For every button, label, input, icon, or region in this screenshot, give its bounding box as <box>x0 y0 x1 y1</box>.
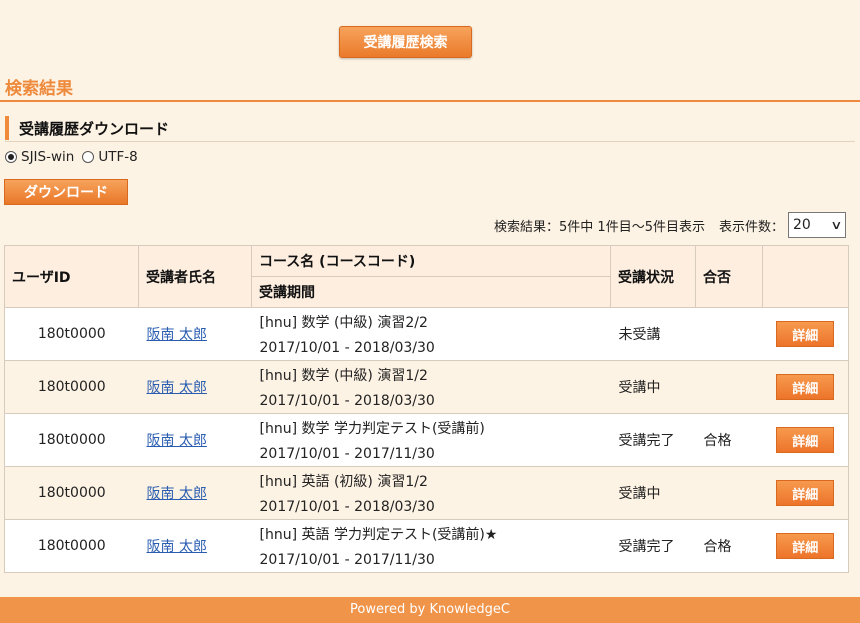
result-count: 検索結果：5件中 1件目〜5件目表示 <box>494 219 705 235</box>
paging-info: 検索結果：5件中 1件目〜5件目表示 表示件数： 20 ∨ <box>494 212 846 238</box>
results-title: 検索結果 <box>5 79 73 99</box>
cell-course: [hnu] 数学 学力判定テスト(受講前) 2017/10/01 - 2017/… <box>251 413 611 467</box>
cell-action: 詳細 <box>762 519 849 573</box>
download-section-header: 受講履歴ダウンロード <box>5 114 855 142</box>
cell-result: 合格 <box>695 519 763 573</box>
cell-name: 阪南 太郎 <box>138 413 252 467</box>
table-row: 180t0000 阪南 太郎 [hnu] 英語 学力判定テスト(受講前)★ 20… <box>4 519 849 573</box>
course-period: 2017/10/01 - 2018/03/30 <box>259 393 435 409</box>
user-name-link[interactable]: 阪南 太郎 <box>147 380 207 396</box>
chevron-down-icon: ∨ <box>830 218 843 232</box>
header-course: コース名 (コースコード) <box>251 245 611 277</box>
cell-course: [hnu] 数学 (中級) 演習1/2 2017/10/01 - 2018/03… <box>251 360 611 414</box>
course-name: [hnu] 数学 (中級) 演習2/2 <box>259 315 428 331</box>
course-name: [hnu] 数学 学力判定テスト(受講前) <box>259 421 485 437</box>
encoding-options: SJIS-win UTF-8 <box>5 149 146 165</box>
user-name-link[interactable]: 阪南 太郎 <box>147 327 207 343</box>
cell-status: 受講中 <box>610 466 696 520</box>
cell-user-id: 180t0000 <box>4 360 139 414</box>
course-period: 2017/10/01 - 2017/11/30 <box>259 552 435 568</box>
history-table: ユーザID 受講者氏名 コース名 (コースコード) 受講状況 合否 受講期間 1… <box>4 245 849 573</box>
radio-utf8[interactable] <box>82 151 95 163</box>
detail-button[interactable]: 詳細 <box>776 427 835 453</box>
radio-utf8-label: UTF-8 <box>98 149 138 165</box>
cell-name: 阪南 太郎 <box>138 519 252 573</box>
course-name: [hnu] 数学 (中級) 演習1/2 <box>259 368 428 384</box>
course-name: [hnu] 英語 学力判定テスト(受講前)★ <box>259 527 498 543</box>
table-row: 180t0000 阪南 太郎 [hnu] 数学 学力判定テスト(受講前) 201… <box>4 413 849 467</box>
cell-course: [hnu] 英語 (初級) 演習1/2 2017/10/01 - 2018/03… <box>251 466 611 520</box>
cell-user-id: 180t0000 <box>4 307 139 361</box>
radio-sjis-win-label: SJIS-win <box>21 149 75 165</box>
cell-action: 詳細 <box>762 466 849 520</box>
table-row: 180t0000 阪南 太郎 [hnu] 数学 (中級) 演習1/2 2017/… <box>4 360 849 414</box>
course-name: [hnu] 英語 (初級) 演習1/2 <box>259 474 428 490</box>
cell-result <box>695 466 763 520</box>
radio-sjis-win[interactable] <box>5 151 17 163</box>
course-period: 2017/10/01 - 2017/11/30 <box>259 446 435 462</box>
user-name-link[interactable]: 阪南 太郎 <box>147 486 207 502</box>
title-divider <box>0 100 860 102</box>
header-user-id: ユーザID <box>4 245 139 308</box>
footer: Powered by KnowledgeC <box>0 597 860 623</box>
per-page-label: 表示件数： <box>718 219 784 235</box>
cell-name: 阪南 太郎 <box>138 360 252 414</box>
cell-course: [hnu] 英語 学力判定テスト(受講前)★ 2017/10/01 - 2017… <box>251 519 611 573</box>
per-page-select[interactable]: 20 ∨ <box>788 212 846 238</box>
course-period: 2017/10/01 - 2018/03/30 <box>259 499 435 515</box>
header-action <box>762 245 849 308</box>
cell-status: 受講中 <box>610 360 696 414</box>
cell-action: 詳細 <box>762 307 849 361</box>
user-name-link[interactable]: 阪南 太郎 <box>147 433 207 449</box>
cell-status: 受講完了 <box>610 413 696 467</box>
header-name: 受講者氏名 <box>138 245 252 308</box>
user-name-link[interactable]: 阪南 太郎 <box>147 539 207 555</box>
cell-name: 阪南 太郎 <box>138 466 252 520</box>
per-page-value: 20 <box>793 217 811 233</box>
cell-status: 未受講 <box>610 307 696 361</box>
cell-result <box>695 360 763 414</box>
cell-course: [hnu] 数学 (中級) 演習2/2 2017/10/01 - 2018/03… <box>251 307 611 361</box>
table-row: 180t0000 阪南 太郎 [hnu] 英語 (初級) 演習1/2 2017/… <box>4 466 849 520</box>
cell-user-id: 180t0000 <box>4 466 139 520</box>
cell-status: 受講完了 <box>610 519 696 573</box>
detail-button[interactable]: 詳細 <box>776 480 835 506</box>
search-history-button[interactable]: 受講履歴検索 <box>339 26 472 58</box>
detail-button[interactable]: 詳細 <box>776 374 835 400</box>
detail-button[interactable]: 詳細 <box>776 533 835 559</box>
cell-name: 阪南 太郎 <box>138 307 252 361</box>
cell-user-id: 180t0000 <box>4 519 139 573</box>
cell-action: 詳細 <box>762 413 849 467</box>
download-section-title: 受講履歴ダウンロード <box>19 120 170 138</box>
section-accent-bar <box>5 116 9 140</box>
cell-user-id: 180t0000 <box>4 413 139 467</box>
table-row: 180t0000 阪南 太郎 [hnu] 数学 (中級) 演習2/2 2017/… <box>4 307 849 361</box>
header-status: 受講状況 <box>610 245 696 308</box>
download-button[interactable]: ダウンロード <box>4 179 128 205</box>
header-result: 合否 <box>695 245 763 308</box>
cell-result <box>695 307 763 361</box>
header-period: 受講期間 <box>251 276 611 308</box>
course-period: 2017/10/01 - 2018/03/30 <box>259 340 435 356</box>
cell-result: 合格 <box>695 413 763 467</box>
detail-button[interactable]: 詳細 <box>776 321 835 347</box>
cell-action: 詳細 <box>762 360 849 414</box>
